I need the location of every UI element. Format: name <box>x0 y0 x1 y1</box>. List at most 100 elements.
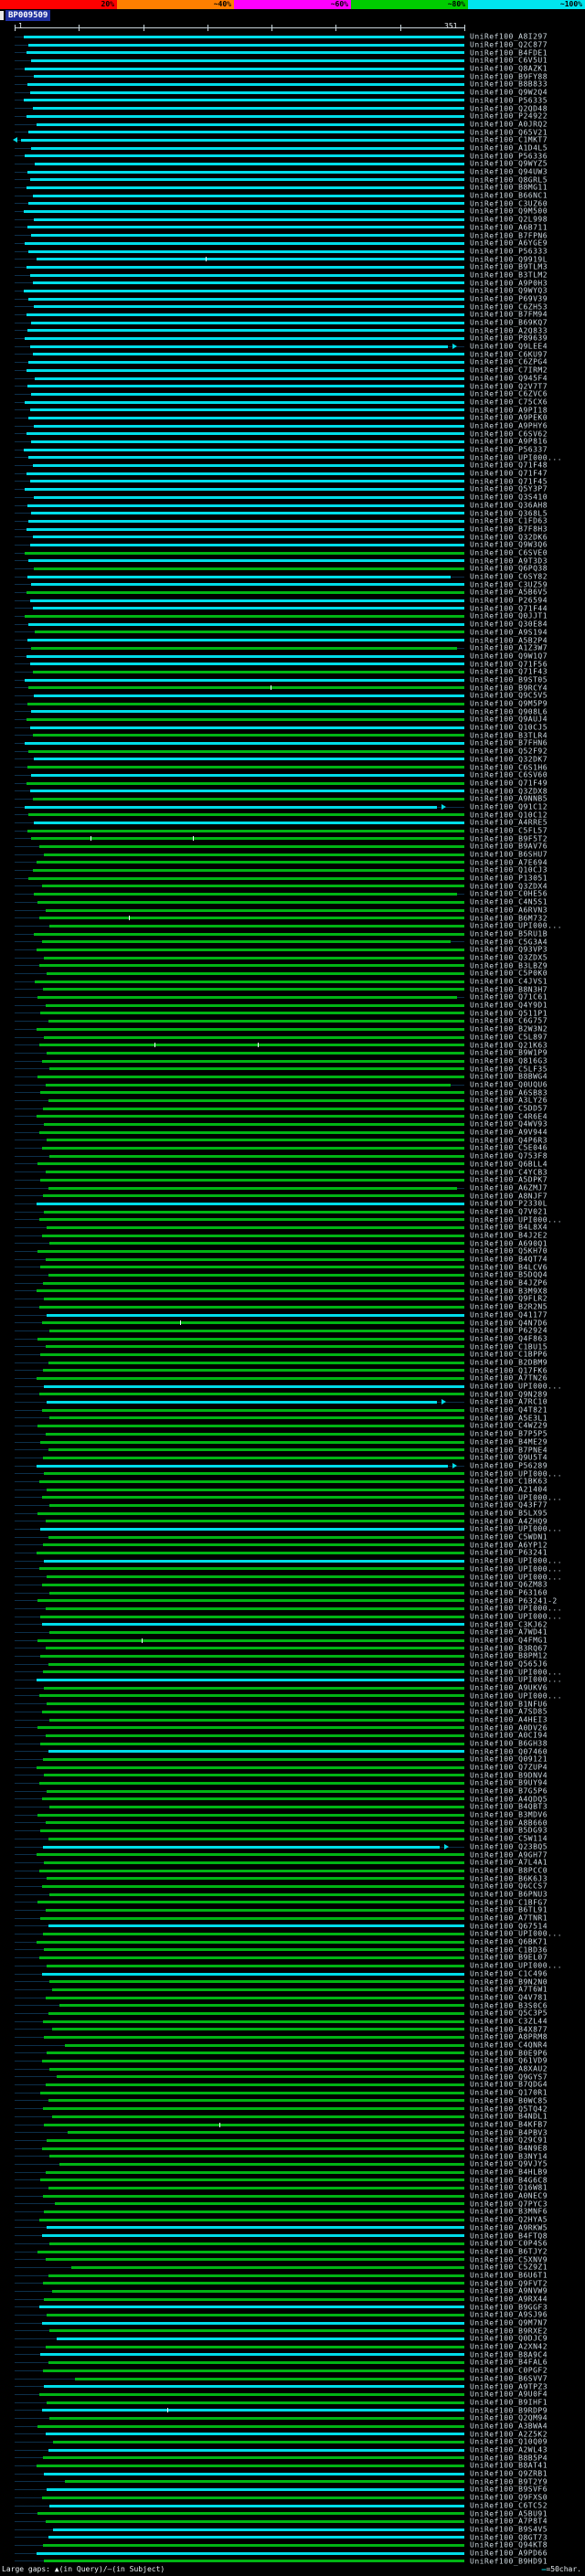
alignment-bar[interactable] <box>23 448 464 451</box>
hit-label[interactable]: UniRef100_Q7V021 <box>470 1207 548 1215</box>
alignment-bar[interactable] <box>38 1130 464 1134</box>
hit-label[interactable]: UniRef100_Q4P6R3 <box>470 1136 548 1144</box>
hit-label[interactable]: UniRef100_C3ZL44 <box>470 2017 548 2025</box>
hit-label[interactable]: UniRef100_Q6PQ38 <box>470 565 548 573</box>
hit-label[interactable]: UniRef100_B9RXE2 <box>470 2327 548 2335</box>
hit-label[interactable]: UniRef100_UPI000... <box>470 1930 562 1938</box>
hit-label[interactable]: UniRef100_C5FL57 <box>470 826 548 834</box>
alignment-bar[interactable] <box>37 1511 464 1515</box>
hit-label[interactable]: UniRef100_Q10Q09 <box>470 2438 548 2446</box>
alignment-bar[interactable] <box>38 1956 464 1960</box>
alignment-bar[interactable] <box>34 821 464 824</box>
alignment-bar[interactable] <box>27 575 451 578</box>
hit-label[interactable]: UniRef100_B3NY14 <box>470 2152 548 2160</box>
alignment-bar[interactable] <box>48 2067 464 2071</box>
alignment-bar[interactable] <box>48 1718 464 1722</box>
hit-label[interactable]: UniRef100_UPI000... <box>470 1383 562 1391</box>
hit-label[interactable]: UniRef100_C6S1H6 <box>470 763 548 771</box>
hit-label[interactable]: UniRef100_Q71F48 <box>470 461 548 470</box>
hit-label[interactable]: UniRef100_UPI000... <box>470 1525 562 1533</box>
alignment-bar[interactable] <box>45 1083 451 1087</box>
alignment-bar[interactable] <box>45 1606 464 1610</box>
hit-label[interactable]: UniRef100_B4PBV3 <box>470 2128 548 2136</box>
hit-label[interactable]: UniRef100_B9TLM3 <box>470 263 548 271</box>
alignment-bar[interactable] <box>25 551 464 555</box>
alignment-bar[interactable] <box>59 2004 464 2008</box>
alignment-bar[interactable] <box>37 1425 464 1428</box>
hit-label[interactable]: UniRef100_B9SVF6 <box>470 2486 548 2494</box>
hit-label[interactable]: UniRef100_Q94KT8 <box>470 2541 548 2549</box>
alignment-bar[interactable] <box>28 519 464 523</box>
hit-label[interactable]: UniRef100_Q91C12 <box>470 802 548 811</box>
hit-label[interactable]: UniRef100_C3KJ62 <box>470 1620 548 1628</box>
hit-label[interactable]: UniRef100_B0WC85 <box>470 2096 548 2104</box>
hit-label[interactable]: UniRef100_B3TLM2 <box>470 270 548 279</box>
hit-label[interactable]: UniRef100_C4WZ29 <box>470 1422 548 1430</box>
hit-label[interactable]: UniRef100_B3RQ67 <box>470 1644 548 1652</box>
alignment-bar[interactable] <box>36 122 464 126</box>
hit-label[interactable]: UniRef100_B1NFU6 <box>470 1700 548 1708</box>
hit-label[interactable]: UniRef100_Q8AZK1 <box>470 65 548 73</box>
hit-label[interactable]: UniRef100_Q16W81 <box>470 2184 548 2192</box>
alignment-bar[interactable] <box>37 1726 464 1730</box>
hit-label[interactable]: UniRef100_A9U0F4 <box>470 2390 548 2399</box>
hit-label[interactable]: UniRef100_B3MNF6 <box>470 2208 548 2216</box>
alignment-bar[interactable] <box>35 631 464 634</box>
hit-label[interactable]: UniRef100_A5BU91 <box>470 2509 548 2518</box>
alignment-bar[interactable] <box>41 2234 464 2238</box>
alignment-bar[interactable] <box>42 1933 464 1936</box>
alignment-bar[interactable] <box>48 1630 464 1634</box>
hit-label[interactable]: UniRef100_C6V5U1 <box>470 57 548 65</box>
alignment-bar[interactable] <box>32 353 464 356</box>
hit-label[interactable]: UniRef100_Q3ZDX5 <box>470 953 548 961</box>
hit-label[interactable]: UniRef100_Q2C877 <box>470 41 548 49</box>
alignment-bar[interactable] <box>38 1218 464 1222</box>
alignment-bar[interactable] <box>36 1940 464 1944</box>
hit-label[interactable]: UniRef100_A7L4A1 <box>470 1859 548 1867</box>
alignment-bar[interactable] <box>29 90 464 94</box>
alignment-bar[interactable] <box>34 424 464 428</box>
alignment-bar[interactable] <box>34 75 464 79</box>
alignment-bar[interactable] <box>36 1552 464 1555</box>
hit-label[interactable]: UniRef100_B7QDG4 <box>470 2081 548 2089</box>
hit-label[interactable]: UniRef100_C5E046 <box>470 1144 548 1152</box>
hit-label[interactable]: UniRef100_C6SV62 <box>470 429 548 438</box>
hit-label[interactable]: UniRef100_A5B2P4 <box>470 636 548 644</box>
alignment-bar[interactable] <box>34 305 464 309</box>
alignment-bar[interactable] <box>26 186 464 190</box>
hit-label[interactable]: UniRef100_C5DD57 <box>470 1105 548 1113</box>
hit-label[interactable]: UniRef100_A2XN42 <box>470 2343 548 2351</box>
hit-label[interactable]: UniRef100_A690Q1 <box>470 1239 548 1247</box>
alignment-bar[interactable] <box>34 217 464 221</box>
alignment-bar[interactable] <box>38 1479 464 1483</box>
hit-label[interactable]: UniRef100_Q9U5T4 <box>470 1454 548 1462</box>
hit-label[interactable]: UniRef100_Q511P1 <box>470 1009 548 1017</box>
hit-label[interactable]: UniRef100_A9NVW9 <box>470 2287 548 2295</box>
hit-label[interactable]: UniRef100_C5Z9Z1 <box>470 2263 548 2272</box>
alignment-bar[interactable] <box>44 1123 464 1127</box>
hit-label[interactable]: UniRef100_A9V944 <box>470 1129 548 1137</box>
hit-label[interactable]: UniRef100_Q71F49 <box>470 779 548 787</box>
hit-label[interactable]: UniRef100_Q753F8 <box>470 1152 548 1161</box>
alignment-bar[interactable] <box>41 2147 464 2150</box>
alignment-bar[interactable] <box>45 1821 464 1825</box>
hit-label[interactable]: UniRef100_A9PD66 <box>470 2549 548 2557</box>
alignment-bar[interactable] <box>44 1472 464 1476</box>
alignment-bar[interactable] <box>21 138 464 142</box>
alignment-bar[interactable] <box>44 1774 464 1777</box>
hit-label[interactable]: UniRef100_Q67514 <box>470 1922 548 1930</box>
hit-label[interactable]: UniRef100_A6RVN3 <box>470 906 548 914</box>
hit-label[interactable]: UniRef100_Q71F43 <box>470 668 548 676</box>
alignment-bar[interactable] <box>51 2115 464 2118</box>
hit-label[interactable]: UniRef100_P63160 <box>470 1588 548 1596</box>
hit-label[interactable]: UniRef100_Q5Y3P7 <box>470 485 548 493</box>
alignment-bar[interactable] <box>40 1528 464 1532</box>
alignment-bar[interactable] <box>34 758 464 761</box>
alignment-bar[interactable] <box>36 861 464 864</box>
hit-label[interactable]: UniRef100_Q36AH8 <box>470 501 548 509</box>
alignment-bar[interactable] <box>41 1234 464 1237</box>
alignment-bar[interactable] <box>41 2409 464 2412</box>
hit-label[interactable]: UniRef100_A4RRE5 <box>470 819 548 827</box>
hit-label[interactable]: UniRef100_B7G5P6 <box>470 1787 548 1796</box>
alignment-bar[interactable] <box>29 345 448 348</box>
